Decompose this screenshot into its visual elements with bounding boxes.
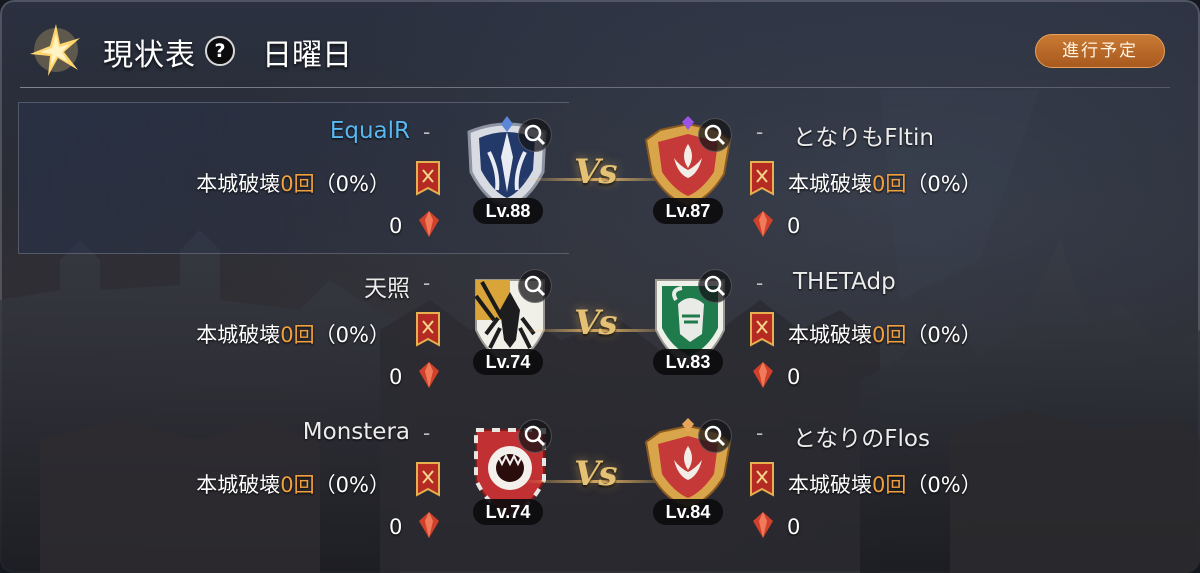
destroy-count: 0回 [280,323,315,347]
dash-separator: - [756,271,764,295]
ruby-gem-icon [753,362,773,388]
help-icon[interactable]: ? [205,36,235,66]
destroy-label: 本城破壊 [196,172,281,196]
right-castle-destroy-stat: 本城破壊0回（0%） [788,469,982,499]
destroy-percent: （0%） [906,172,982,196]
search-magnifier-icon[interactable] [698,118,732,152]
schedule-button[interactable]: 進行予定 [1035,34,1165,68]
ruby-gem-icon [753,512,773,538]
dash-separator: - [423,271,431,295]
right-castle-destroy-stat: 本城破壊0回（0%） [788,319,982,349]
left-castle-destroy-stat: 本城破壊0回（0%） [196,168,390,198]
right-score: 0 [787,515,801,539]
destroy-percent: （0%） [906,323,982,347]
dash-separator: - [423,421,431,445]
war-banner-icon [416,161,440,196]
weekday-label: 日曜日 [262,38,352,73]
left-guild-name[interactable]: Monstera [303,419,410,445]
destroy-count: 0回 [280,172,315,196]
war-banner-icon [750,462,774,497]
destroy-percent: （0%） [314,172,390,196]
left-score: 0 [389,515,403,539]
guild-level-badge: Lv.74 [473,499,543,525]
left-guild-name[interactable]: 天照 [364,269,410,303]
dash-separator: - [423,120,431,144]
ruby-gem-icon [419,362,439,388]
war-banner-icon [750,312,774,347]
guild-level-badge: Lv.84 [653,499,723,525]
dash-separator: - [756,120,764,144]
destroy-label: 本城破壊 [788,473,872,497]
dash-separator: - [756,421,764,445]
guild-level-badge: Lv.74 [473,349,543,375]
right-castle-destroy-stat: 本城破壊0回（0%） [788,168,982,198]
vs-label: Vs [574,454,618,494]
left-score: 0 [389,365,403,389]
page-title: 現状表 [103,38,196,73]
destroy-count: 0回 [872,323,907,347]
search-magnifier-icon[interactable] [518,419,552,453]
destroy-label: 本城破壊 [788,323,872,347]
left-score: 0 [389,214,403,238]
right-guild-name[interactable]: となりのFlos [793,419,930,453]
right-guild-name[interactable]: となりもFltin [793,118,934,152]
destroy-percent: （0%） [314,473,390,497]
right-score: 0 [787,214,801,238]
war-banner-icon [416,312,440,347]
golden-burst-icon [30,24,80,76]
war-banner-icon [750,161,774,196]
vs-label: Vs [574,152,618,192]
vs-label: Vs [574,303,618,343]
left-guild-name[interactable]: EqualR [330,118,410,144]
destroy-count: 0回 [280,473,315,497]
destroy-percent: （0%） [906,473,982,497]
search-magnifier-icon[interactable] [518,269,552,303]
right-guild-name[interactable]: THETAdp [793,269,896,295]
ruby-gem-icon [753,211,773,237]
ruby-gem-icon [419,512,439,538]
destroy-label: 本城破壊 [196,473,281,497]
right-score: 0 [787,365,801,389]
left-castle-destroy-stat: 本城破壊0回（0%） [196,469,390,499]
guild-level-badge: Lv.83 [653,349,723,375]
destroy-label: 本城破壊 [196,323,281,347]
search-magnifier-icon[interactable] [518,118,552,152]
search-magnifier-icon[interactable] [698,269,732,303]
ruby-gem-icon [419,211,439,237]
destroy-count: 0回 [872,473,907,497]
guild-level-badge: Lv.88 [473,198,543,224]
destroy-count: 0回 [872,172,907,196]
left-castle-destroy-stat: 本城破壊0回（0%） [196,319,390,349]
destroy-percent: （0%） [314,323,390,347]
war-status-panel: 現状表 ? 日曜日 進行予定 EqualR - 本城破壊0回（0%） 0 Lv.… [0,0,1200,573]
search-magnifier-icon[interactable] [698,419,732,453]
destroy-label: 本城破壊 [788,172,872,196]
header-divider [20,87,1170,88]
war-banner-icon [416,462,440,497]
guild-level-badge: Lv.87 [653,198,723,224]
